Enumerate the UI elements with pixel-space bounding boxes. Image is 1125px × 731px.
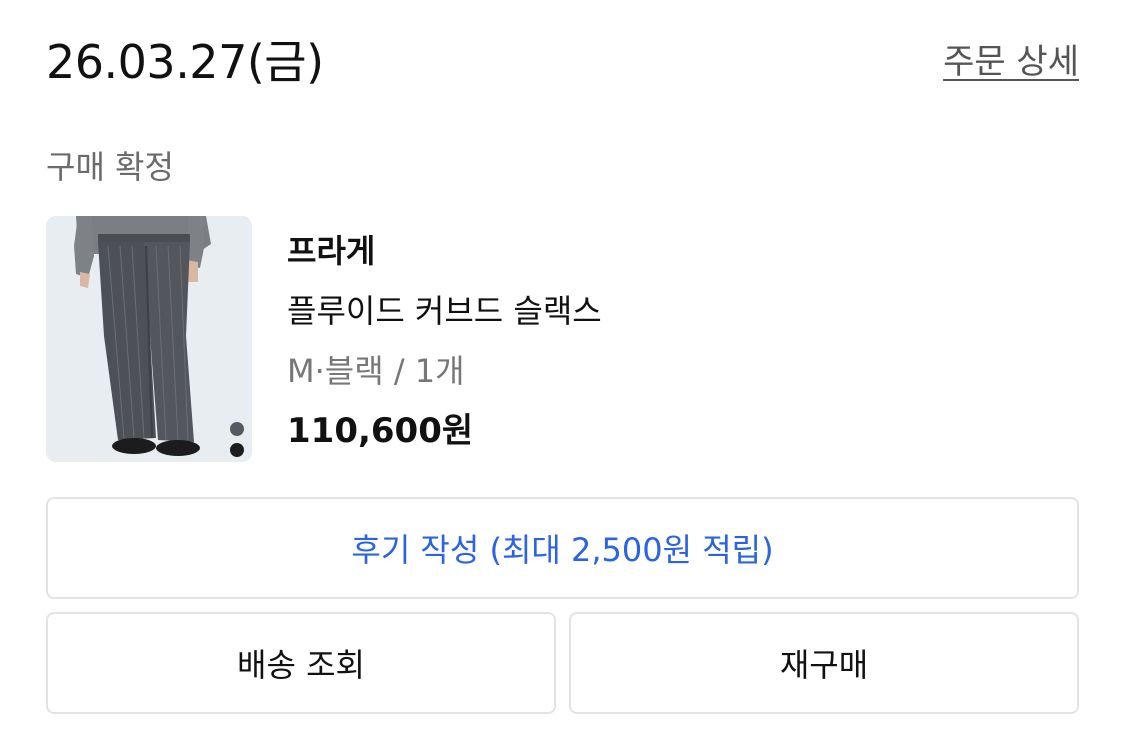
order-status: 구매 확정 [46, 148, 174, 186]
write-review-button[interactable]: 후기 작성 (최대 2,500원 적립) [46, 497, 1079, 599]
rebuy-button[interactable]: 재구매 [569, 612, 1079, 714]
product-name[interactable]: 플루이드 커브드 슬랙스 [287, 288, 602, 348]
order-detail-link[interactable]: 주문 상세 [943, 38, 1079, 86]
track-delivery-button[interactable]: 배송 조회 [46, 612, 556, 714]
color-swatches [230, 422, 244, 462]
product-option: M·블랙 / 1개 [287, 352, 465, 390]
pants-illustration [46, 216, 252, 462]
order-card: 26.03.27(금) 주문 상세 구매 확정 프라게 플루이드 커브드 슬랙스… [0, 0, 1125, 731]
product-brand[interactable]: 프라게 [287, 228, 602, 288]
order-date: 26.03.27(금) [46, 35, 324, 89]
product-image[interactable] [46, 216, 252, 462]
product-price: 110,600원 [287, 411, 474, 451]
color-swatch-gray [230, 422, 244, 436]
color-swatch-black [230, 443, 244, 457]
product-info: 프라게 플루이드 커브드 슬랙스 M·블랙 / 1개 110,600원 [287, 228, 602, 454]
